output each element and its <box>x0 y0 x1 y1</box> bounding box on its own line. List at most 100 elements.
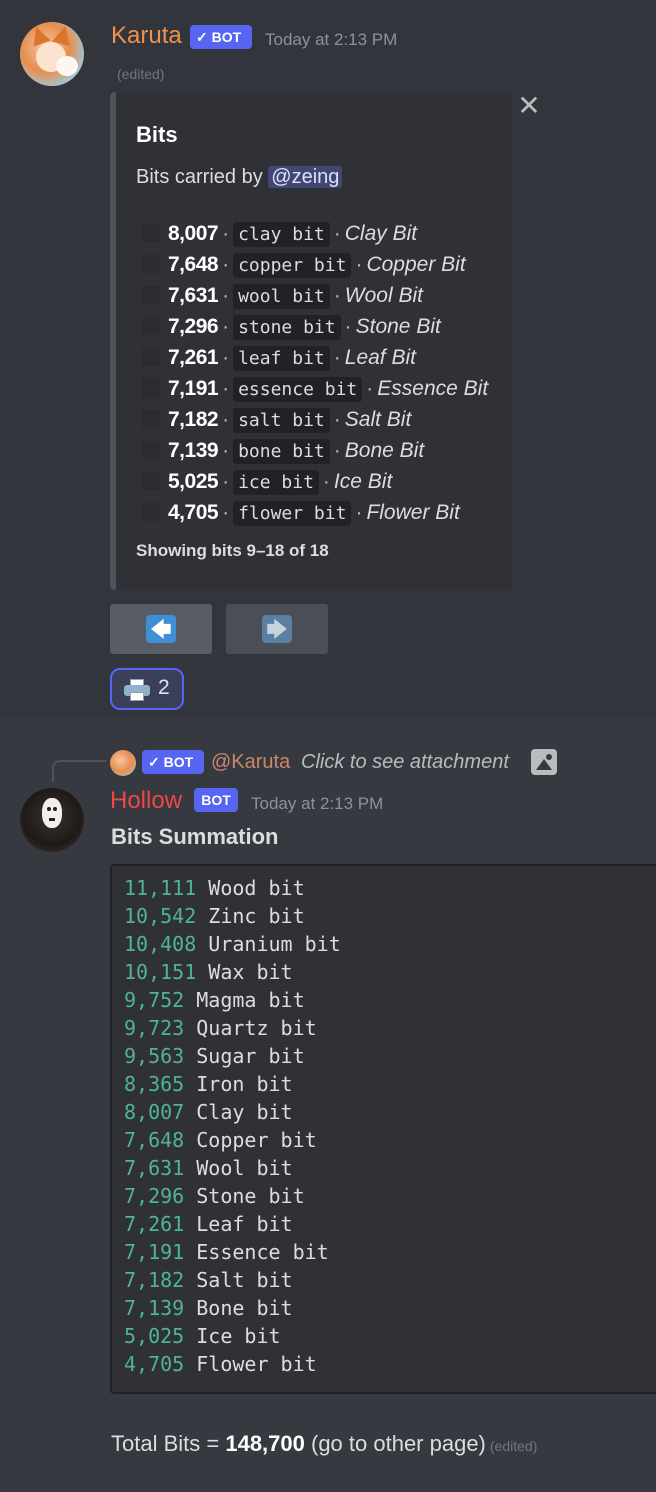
right-arrow-icon: 🡆 <box>262 615 292 643</box>
image-attachment-icon[interactable] <box>531 749 557 775</box>
bit-count: 7,296 <box>124 1184 185 1208</box>
bit-emoji-icon <box>142 317 160 335</box>
code-line: 7,648 Copper bit <box>124 1128 317 1156</box>
separator: · <box>222 253 230 276</box>
bit-count: 9,723 <box>124 1016 185 1040</box>
separator: · <box>333 222 341 245</box>
bit-row: 7,182 · salt bit · Salt Bit <box>142 408 411 436</box>
printer-icon <box>124 679 150 701</box>
bit-emoji-icon <box>142 224 160 242</box>
bit-name: Bone Bit <box>344 439 425 462</box>
bit-name: Copper Bit <box>366 253 466 276</box>
left-arrow-icon: 🡄 <box>146 615 176 643</box>
bit-name: Bone bit <box>196 1296 293 1320</box>
code-line: 7,182 Salt bit <box>124 1268 293 1296</box>
bit-row: 7,296 · stone bit · Stone Bit <box>142 315 441 343</box>
bit-count: 8,007 <box>124 1100 185 1124</box>
message-title: Bits Summation <box>111 824 279 849</box>
bit-count: 9,563 <box>124 1044 185 1068</box>
separator: · <box>222 284 230 307</box>
hollow-avatar[interactable] <box>20 788 84 852</box>
bit-name: Clay bit <box>196 1100 293 1124</box>
bit-name: Salt Bit <box>344 408 412 431</box>
bit-count: 9,752 <box>124 988 185 1012</box>
bit-count: 4,705 <box>124 1352 185 1376</box>
message-karuta: Karuta ✓ BOT Today at 2:13 PM (edited) ✕… <box>0 0 656 716</box>
author-name[interactable]: Hollow <box>110 787 182 815</box>
bit-name: Flower bit <box>196 1352 317 1376</box>
reply-author[interactable]: @Karuta <box>211 751 290 774</box>
bit-count: 7,182 <box>168 408 219 431</box>
bit-name: Copper bit <box>196 1128 317 1152</box>
bit-name: Sugar bit <box>196 1044 305 1068</box>
bit-row: 7,631 · wool bit · Wool Bit <box>142 284 423 312</box>
description-text: Bits carried by <box>136 166 263 188</box>
bit-name: Magma bit <box>196 988 305 1012</box>
author-name[interactable]: Karuta <box>111 22 182 50</box>
bit-name: Salt bit <box>196 1268 293 1292</box>
karuta-avatar[interactable] <box>20 22 84 86</box>
close-icon[interactable]: ✕ <box>516 92 542 120</box>
user-mention[interactable]: @zeing <box>268 166 343 188</box>
timestamp: Today at 2:13 PM <box>265 30 398 49</box>
bit-count: 7,261 <box>124 1212 185 1236</box>
bit-name: Iron bit <box>196 1072 293 1096</box>
bit-count: 7,191 <box>168 377 219 400</box>
bit-code: bone bit <box>233 439 330 464</box>
bot-badge: BOT <box>194 788 238 812</box>
bit-row: 4,705 · flower bit · Flower Bit <box>142 501 460 529</box>
total-prefix: Total Bits = <box>111 1431 226 1456</box>
bit-count: 7,139 <box>168 439 219 462</box>
code-line: 11,111 Wood bit <box>124 876 305 904</box>
code-line: 7,296 Stone bit <box>124 1184 305 1212</box>
bit-name: Leaf bit <box>196 1212 293 1236</box>
separator: · <box>322 470 330 493</box>
bit-emoji-icon <box>142 286 160 304</box>
bit-code: flower bit <box>233 501 352 526</box>
bit-code: clay bit <box>233 222 330 247</box>
bit-count: 10,542 <box>124 904 197 928</box>
bit-emoji-icon <box>142 410 160 428</box>
bit-row: 7,648 · copper bit · Copper Bit <box>142 253 466 281</box>
bit-emoji-icon <box>142 379 160 397</box>
separator: · <box>222 315 230 338</box>
reply-connector <box>52 760 106 782</box>
bit-name: Wood bit <box>208 876 305 900</box>
reply-avatar[interactable] <box>110 750 136 776</box>
next-page-button[interactable]: 🡆 <box>226 604 328 654</box>
bit-count: 7,648 <box>168 253 219 276</box>
bit-row: 7,191 · essence bit · Essence Bit <box>142 377 488 405</box>
printer-reaction[interactable]: 2 <box>110 668 184 710</box>
embed-footer: Showing bits 9–18 of 18 <box>136 541 329 560</box>
bit-name: Ice bit <box>196 1324 281 1348</box>
bit-code: copper bit <box>233 253 352 278</box>
code-line: 7,261 Leaf bit <box>124 1212 293 1240</box>
code-line: 9,563 Sugar bit <box>124 1044 305 1072</box>
reply-preview-text[interactable]: Click to see attachment <box>301 751 509 774</box>
bit-count: 5,025 <box>124 1324 185 1348</box>
bit-name: Essence Bit <box>377 377 489 400</box>
bit-name: Stone bit <box>196 1184 305 1208</box>
edited-label: (edited) <box>489 1438 538 1454</box>
total-value: 148,700 <box>225 1431 305 1456</box>
previous-page-button[interactable]: 🡄 <box>110 604 212 654</box>
code-line: 9,752 Magma bit <box>124 988 305 1016</box>
bit-name: Flower Bit <box>366 501 460 524</box>
bit-row: 7,139 · bone bit · Bone Bit <box>142 439 424 467</box>
bit-count: 7,139 <box>124 1296 185 1320</box>
embed-title: Bits <box>136 122 178 147</box>
separator: · <box>333 346 341 369</box>
bit-emoji-icon <box>142 255 160 273</box>
bit-name: Clay Bit <box>344 222 418 245</box>
bit-row: 5,025 · ice bit · Ice Bit <box>142 470 392 498</box>
bit-count: 5,025 <box>168 470 219 493</box>
bit-count: 7,296 <box>168 315 219 338</box>
bit-code: essence bit <box>233 377 363 402</box>
separator: · <box>222 439 230 462</box>
separator: · <box>355 501 363 524</box>
separator: · <box>355 253 363 276</box>
bit-count: 7,191 <box>124 1240 185 1264</box>
bit-emoji-icon <box>142 348 160 366</box>
timestamp: Today at 2:13 PM <box>251 794 384 813</box>
reply-bot-badge: ✓ BOT <box>142 750 204 774</box>
